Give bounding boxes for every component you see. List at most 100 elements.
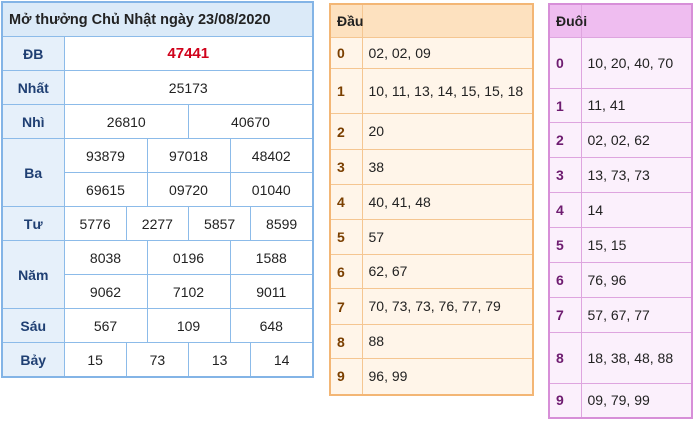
dau-values: 02, 02, 09 <box>361 37 534 69</box>
prize-tu-number: 8599 <box>250 206 314 241</box>
duoi-digit: 4 <box>548 192 582 228</box>
duoi-row: 2 02, 02, 62 <box>548 122 693 158</box>
duoi-row: 5 15, 15 <box>548 227 693 263</box>
duoi-values: 76, 96 <box>580 262 693 298</box>
dau-digit: 8 <box>329 324 363 359</box>
prize-tu-number: 2277 <box>125 206 190 241</box>
dau-values: 57 <box>361 219 534 255</box>
prize-label-nhat: Nhất <box>1 70 65 105</box>
prize-ba-number: 93879 <box>63 138 148 173</box>
prize-label-nhi: Nhì <box>1 104 65 139</box>
dau-row: 3 38 <box>329 149 534 185</box>
dau-values: 20 <box>361 113 534 150</box>
dau-values: 40, 41, 48 <box>361 184 534 220</box>
prize-label-nam: Năm <box>1 240 65 309</box>
dau-digit: 1 <box>329 68 363 114</box>
dau-row: 1 10, 11, 13, 14, 15, 15, 18 <box>329 68 534 114</box>
prize-nam-number: 8038 <box>63 240 148 275</box>
duoi-row: 1 11, 41 <box>548 88 693 123</box>
prize-nhi-number: 40670 <box>188 104 314 139</box>
result-title-row: Mở thưởng Chủ Nhật ngày 23/08/2020 <box>1 1 314 37</box>
prize-row-tu: Tư 5776 2277 5857 8599 <box>1 206 314 241</box>
duoi-digit: 5 <box>548 227 582 263</box>
dau-row: 8 88 <box>329 324 534 359</box>
dau-row: 9 96, 99 <box>329 358 534 395</box>
prize-ba-number: 69615 <box>63 172 148 207</box>
dau-values: 10, 11, 13, 14, 15, 15, 18 <box>361 68 534 114</box>
dau-digit: 5 <box>329 219 363 255</box>
prize-row-db: ĐB 47441 <box>1 36 314 71</box>
duoi-values: 11, 41 <box>580 88 693 123</box>
dau-table: Đầu 0 02, 02, 09 1 10, 11, 13, 14, 15, 1… <box>329 3 534 396</box>
prize-ba-number: 48402 <box>229 138 314 173</box>
prize-ba-number: 01040 <box>229 172 314 207</box>
dau-digit: 9 <box>329 358 363 395</box>
duoi-row: 6 76, 96 <box>548 262 693 298</box>
duoi-row: 4 14 <box>548 192 693 228</box>
dau-header: Đầu <box>329 3 363 38</box>
prize-nam-number: 9011 <box>229 274 314 309</box>
prize-sau-number: 567 <box>63 308 148 343</box>
prize-nam-number: 7102 <box>146 274 231 309</box>
prize-row-ba: Ba 93879 97018 48402 <box>1 138 314 207</box>
dau-row: 0 02, 02, 09 <box>329 37 534 69</box>
prize-sau-number: 648 <box>229 308 314 343</box>
prize-nam-number: 1588 <box>229 240 314 275</box>
prize-db-number: 47441 <box>63 36 314 71</box>
prize-bay-number: 13 <box>187 342 252 378</box>
duoi-values: 13, 73, 73 <box>580 157 693 193</box>
prize-nhi-number: 26810 <box>63 104 189 139</box>
prize-row-nam: Năm 8038 0196 1588 <box>1 240 314 309</box>
duoi-row: 0 10, 20, 40, 70 <box>548 37 693 89</box>
duoi-values: 18, 38, 48, 88 <box>580 332 693 384</box>
dau-digit: 2 <box>329 113 363 150</box>
dau-header-spacer <box>361 3 534 38</box>
duoi-header: Đuôi <box>548 3 587 38</box>
duoi-values: 02, 02, 62 <box>580 122 693 158</box>
dau-row: 2 20 <box>329 113 534 150</box>
prize-row-bay: Bảy 15 73 13 14 <box>1 342 314 378</box>
prize-row-nhi: Nhì 26810 40670 <box>1 104 314 139</box>
dau-values: 70, 73, 73, 76, 77, 79 <box>361 288 534 325</box>
duoi-digit: 2 <box>548 122 582 158</box>
prize-row-nhat: Nhất 25173 <box>1 70 314 105</box>
dau-values: 38 <box>361 149 534 185</box>
duoi-digit: 7 <box>548 297 582 333</box>
prize-label-db: ĐB <box>1 36 65 71</box>
duoi-header-row: Đuôi <box>548 3 693 38</box>
duoi-row: 8 18, 38, 48, 88 <box>548 332 693 384</box>
duoi-values: 15, 15 <box>580 227 693 263</box>
prize-bay-number: 73 <box>125 342 190 378</box>
duoi-row: 7 57, 67, 77 <box>548 297 693 333</box>
dau-row: 7 70, 73, 73, 76, 77, 79 <box>329 288 534 325</box>
dau-values: 88 <box>361 324 534 359</box>
dau-values: 96, 99 <box>361 358 534 395</box>
duoi-digit: 1 <box>548 88 582 123</box>
dau-row: 6 62, 67 <box>329 254 534 289</box>
prize-label-tu: Tư <box>1 206 65 241</box>
duoi-digit: 8 <box>548 332 582 384</box>
prize-label-ba: Ba <box>1 138 65 207</box>
lottery-result-table: Mở thưởng Chủ Nhật ngày 23/08/2020 ĐB 47… <box>1 1 314 378</box>
result-title: Mở thưởng Chủ Nhật ngày 23/08/2020 <box>1 1 314 37</box>
prize-tu-number: 5776 <box>63 206 127 241</box>
duoi-header-spacer <box>580 3 693 38</box>
duoi-values: 10, 20, 40, 70 <box>580 37 693 89</box>
dau-digit: 0 <box>329 37 363 69</box>
duoi-row: 9 09, 79, 99 <box>548 383 693 418</box>
prize-bay-number: 14 <box>250 342 314 378</box>
prize-ba-number: 97018 <box>146 138 231 173</box>
duoi-digit: 3 <box>548 157 582 193</box>
prize-sau-number: 109 <box>146 308 231 343</box>
prize-ba-number: 09720 <box>146 172 231 207</box>
prize-bay-number: 15 <box>63 342 127 378</box>
duoi-values: 09, 79, 99 <box>580 383 693 418</box>
dau-digit: 6 <box>329 254 363 289</box>
prize-nam-number: 9062 <box>63 274 148 309</box>
prize-label-sau: Sáu <box>1 308 65 343</box>
dau-digit: 7 <box>329 288 363 325</box>
prize-nhat-number: 25173 <box>63 70 314 105</box>
dau-values: 62, 67 <box>361 254 534 289</box>
dau-digit: 3 <box>329 149 363 185</box>
prize-label-bay: Bảy <box>1 342 65 378</box>
